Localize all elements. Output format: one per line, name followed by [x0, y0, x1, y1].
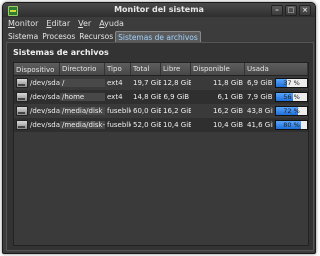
header-usada[interactable]: Usada [245, 63, 308, 75]
usage-percent-label: 80 % [283, 121, 300, 129]
filesystems-panel: Sistemas de archivos Dispositivo Directo… [6, 42, 314, 251]
header-disponible[interactable]: Disponible [191, 63, 245, 75]
total-cell: 14,8 GiB [133, 93, 161, 101]
free-cell: 16,2 GiB [163, 107, 191, 115]
type-cell: ext4 [107, 93, 123, 101]
used-cell: 41,6 GiB [247, 121, 273, 129]
usage-percent-label: 72 % [283, 107, 300, 115]
usage-progress-bar: 72 % [275, 106, 308, 116]
header-dispositivo[interactable]: Dispositivo [14, 63, 60, 75]
menu-ver[interactable]: Ver [78, 19, 91, 28]
available-cell: 16,2 GiB [213, 107, 243, 115]
hard-disk-icon [16, 120, 28, 130]
header-total[interactable]: Total [131, 63, 161, 75]
usage-percent-label: 37 % [283, 79, 300, 87]
header-libre[interactable]: Libre [161, 63, 191, 75]
usage-progress-bar: 80 % [275, 120, 308, 130]
total-cell: 60,0 GiB [133, 107, 161, 115]
available-cell: 11,8 GiB [213, 79, 243, 87]
free-cell: 6,9 GiB [163, 93, 189, 101]
device-cell: /dev/sda7 [30, 121, 60, 129]
used-cell: 6,9 GiB [247, 79, 273, 87]
hard-disk-icon [16, 106, 28, 116]
device-cell: /dev/sda1 [30, 107, 60, 115]
free-cell: 10,4 GiB [163, 121, 191, 129]
tab-sistema[interactable]: Sistema [6, 31, 40, 42]
window-title: Monitor del sistema [114, 5, 204, 14]
title-bar[interactable]: Monitor del sistema – □ × [3, 3, 315, 17]
tab-bar: Sistema Procesos Recursos Sistemas de ar… [6, 31, 312, 43]
header-directorio[interactable]: Directorio [60, 63, 105, 75]
filesystems-table: Dispositivo Directorio Tipo Total Libre … [13, 62, 309, 246]
hard-disk-icon [16, 78, 28, 88]
tab-recursos[interactable]: Recursos [77, 31, 115, 42]
free-cell: 12,8 GiB [163, 79, 191, 87]
maximize-button[interactable]: □ [285, 5, 297, 16]
available-cell: 10,4 GiB [213, 121, 243, 129]
total-cell: 52,0 GiB [133, 121, 161, 129]
total-cell: 19,7 GiB [133, 79, 161, 87]
usage-progress-bar: 37 % [275, 78, 308, 88]
type-cell: fuseblk [107, 121, 131, 129]
menu-bar: Monitor Editar Ver Ayuda [3, 17, 315, 29]
close-button[interactable]: × [299, 5, 311, 16]
device-cell: /dev/sda2 [30, 93, 60, 101]
tab-procesos[interactable]: Procesos [40, 31, 77, 42]
directory-cell: / [60, 79, 105, 87]
hard-disk-icon [16, 92, 28, 102]
minimize-button[interactable]: – [271, 5, 283, 16]
menu-monitor[interactable]: Monitor [8, 19, 38, 28]
used-cell: 7,9 GiB [247, 93, 273, 101]
table-header: Dispositivo Directorio Tipo Total Libre … [14, 63, 308, 76]
type-cell: fuseblk [107, 107, 131, 115]
table-row[interactable]: /dev/sda1 /media/disk fuseblk 60,0 GiB 1… [14, 104, 308, 118]
directory-cell: /media/disk-1 [60, 121, 105, 129]
directory-cell: /home [60, 93, 105, 101]
usage-progress-bar: 56 % [275, 92, 308, 102]
table-row[interactable]: /dev/sda2 /home ext4 14,8 GiB 6,9 GiB 6,… [14, 90, 308, 104]
usage-percent-label: 56 % [283, 93, 300, 101]
available-cell: 6,1 GiB [217, 93, 243, 101]
system-monitor-window: Monitor del sistema – □ × Monitor Editar… [2, 2, 316, 254]
used-cell: 43,8 GiB [247, 107, 273, 115]
table-row[interactable]: /dev/sda6 / ext4 19,7 GiB 12,8 GiB 11,8 … [14, 76, 308, 90]
menu-editar[interactable]: Editar [46, 19, 70, 28]
menu-ayuda[interactable]: Ayuda [99, 19, 124, 28]
device-cell: /dev/sda6 [30, 79, 60, 87]
panel-title: Sistemas de archivos [13, 48, 109, 57]
table-row[interactable]: /dev/sda7 /media/disk-1 fuseblk 52,0 GiB… [14, 118, 308, 132]
directory-cell: /media/disk [60, 107, 105, 115]
header-tipo[interactable]: Tipo [105, 63, 131, 75]
type-cell: ext4 [107, 79, 123, 87]
